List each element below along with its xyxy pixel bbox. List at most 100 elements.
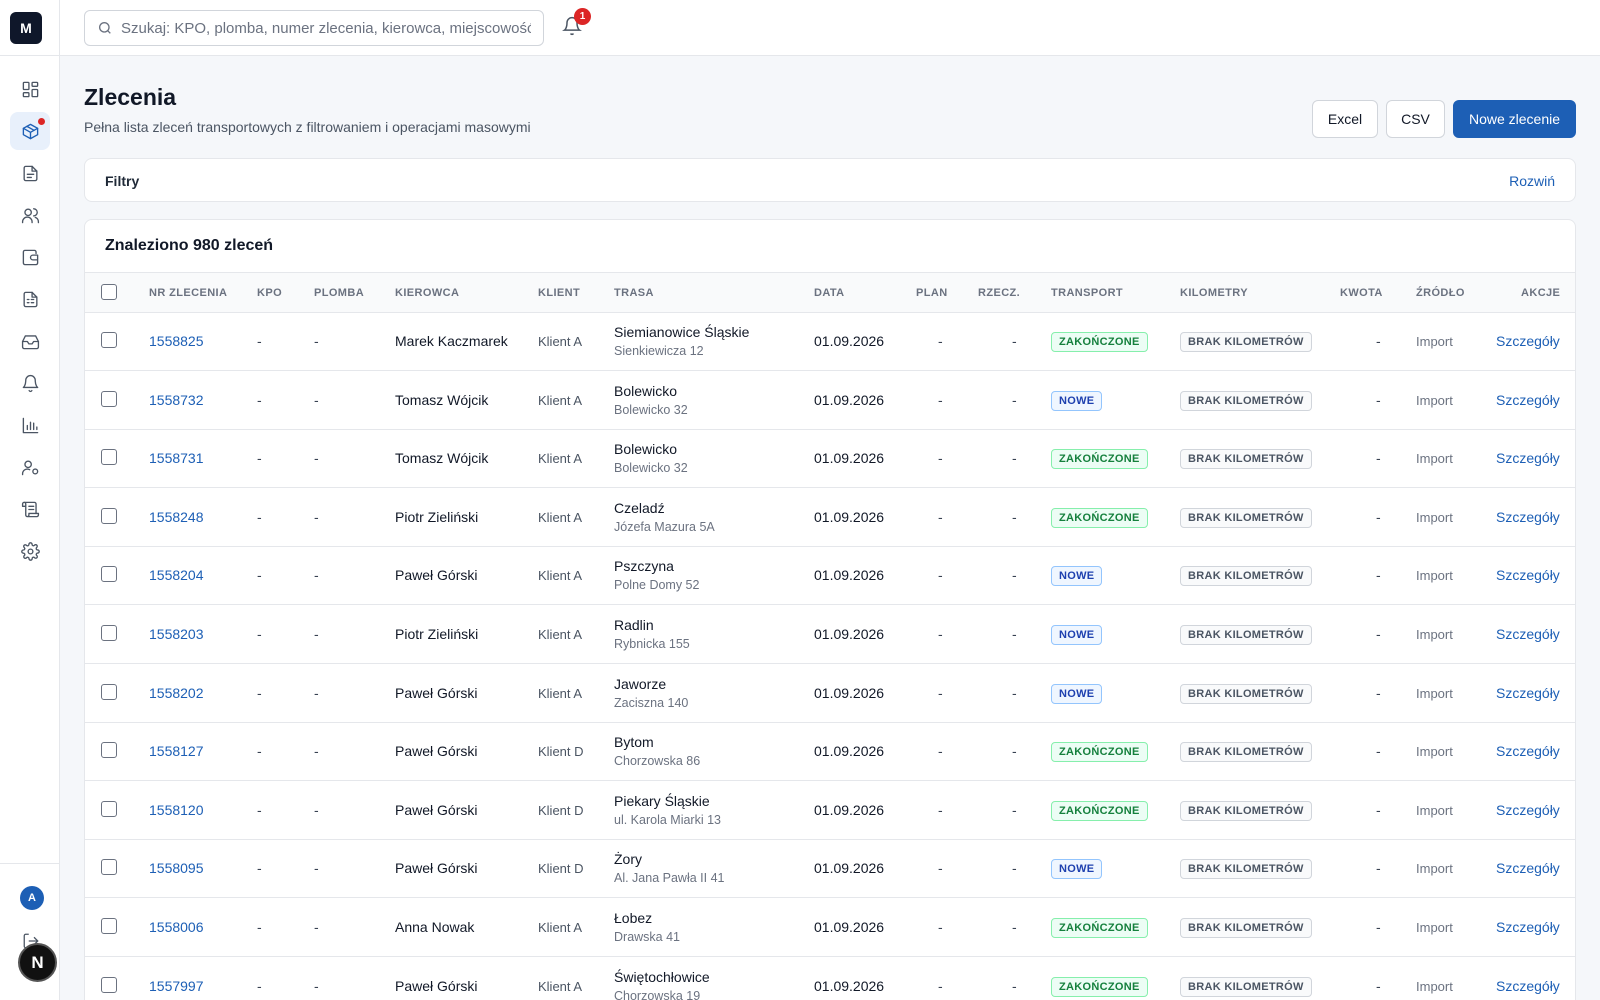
order-number-link[interactable]: 1558203 (149, 626, 204, 642)
col-transport[interactable]: TRANSPORT (1051, 287, 1123, 299)
row-checkbox[interactable] (101, 449, 117, 466)
plomba-value: - (314, 860, 319, 877)
order-number-link[interactable]: 1558127 (149, 743, 204, 759)
avatar[interactable]: A (20, 886, 44, 910)
details-link[interactable]: Szczegóły (1496, 333, 1560, 349)
sidebar-item-logs[interactable] (10, 490, 50, 528)
col-km[interactable]: KILOMETRY (1180, 287, 1248, 299)
search-box[interactable] (84, 10, 544, 46)
col-source[interactable]: ŹRÓDŁO (1416, 287, 1465, 299)
order-number-link[interactable]: 1558120 (149, 802, 204, 818)
sidebar-item-inbox[interactable] (10, 322, 50, 360)
sidebar-item-notifications[interactable] (10, 364, 50, 402)
sidebar-divider (0, 55, 60, 56)
row-checkbox[interactable] (101, 859, 117, 876)
route-city: Bytom (614, 734, 654, 751)
details-link[interactable]: Szczegóły (1496, 978, 1560, 994)
col-route[interactable]: TRASA (614, 287, 654, 299)
order-number-link[interactable]: 1558731 (149, 450, 204, 466)
table-row[interactable]: 1557997 - - Paweł Górski Klient A Świętochłow… (85, 958, 1575, 1000)
row-checkbox[interactable] (101, 918, 117, 934)
notifications-button[interactable]: 1 (562, 8, 591, 40)
col-kpo[interactable]: KPO (257, 287, 282, 299)
row-checkbox[interactable] (101, 332, 117, 348)
client-name: Klient A (538, 627, 583, 642)
col-client[interactable]: KLIENT (538, 287, 580, 299)
col-actual[interactable]: RZECZ. (978, 287, 1020, 299)
order-number-link[interactable]: 1558732 (149, 392, 204, 408)
row-checkbox[interactable] (101, 566, 117, 583)
sidebar-item-dashboard[interactable] (10, 70, 50, 108)
row-checkbox[interactable] (101, 742, 117, 759)
order-number-link[interactable]: 1558825 (149, 333, 204, 349)
order-number-link[interactable]: 1558204 (149, 567, 204, 583)
table-row[interactable]: 1558825 - - Marek Kaczmarek Klient A Siemiano… (85, 313, 1575, 371)
search-input[interactable] (121, 19, 531, 37)
transport-status-badge: ZAKOŃCZONE (1051, 332, 1148, 352)
app-logo[interactable]: M (10, 12, 42, 44)
sidebar-item-orders[interactable] (10, 112, 50, 150)
details-link[interactable]: Szczegóły (1496, 860, 1560, 876)
filters-expand-link[interactable]: Rozwiń (1509, 173, 1555, 189)
col-nr[interactable]: NR ZLECENIA (149, 287, 227, 299)
gear-icon (20, 541, 40, 561)
table-row[interactable]: 1558248 - - Piotr Zieliński Klient A Czeladź J… (85, 489, 1575, 547)
details-link[interactable]: Szczegóły (1496, 685, 1560, 701)
new-order-button[interactable]: Nowe zlecenie (1453, 100, 1576, 138)
row-checkbox[interactable] (101, 976, 117, 993)
table-row[interactable]: 1558120 - - Paweł Górski Klient D Piekary Ślą… (85, 782, 1575, 840)
order-number-link[interactable]: 1557997 (149, 978, 204, 994)
details-link[interactable]: Szczegóły (1496, 626, 1560, 642)
sidebar-item-settings[interactable] (10, 532, 50, 570)
table-row[interactable]: 1558202 - - Paweł Górski Klient A Jaworze Zaci… (85, 665, 1575, 723)
table-row[interactable]: 1558095 - - Paweł Górski Klient D Żory Al. Jan… (85, 840, 1575, 899)
col-plan[interactable]: PLAN (916, 287, 948, 299)
col-plomba[interactable]: PLOMBA (314, 287, 364, 299)
table-row[interactable]: 1558203 - - Piotr Zieliński Klient A Radlin Ry… (85, 606, 1575, 664)
details-link[interactable]: Szczegóły (1496, 450, 1560, 466)
row-checkbox[interactable] (101, 800, 117, 817)
col-amount[interactable]: KWOTA (1340, 287, 1383, 299)
details-link[interactable]: Szczegóły (1496, 509, 1560, 525)
driver-name: Paweł Górski (395, 684, 478, 701)
table-row[interactable]: 1558732 - - Tomasz Wójcik Klient A Bolewicko B… (85, 372, 1575, 430)
col-date[interactable]: DATA (814, 287, 845, 299)
wallet-icon (22, 249, 38, 265)
sidebar-item-wallet[interactable] (10, 238, 50, 276)
sidebar-item-statistics[interactable] (10, 406, 50, 444)
details-link[interactable]: Szczegóły (1496, 919, 1560, 935)
amount-value: - (1376, 567, 1381, 584)
order-number-link[interactable]: 1558202 (149, 685, 204, 701)
row-checkbox[interactable] (101, 625, 117, 641)
col-driver[interactable]: KIEROWCA (395, 287, 459, 299)
order-number-link[interactable]: 1558095 (149, 860, 204, 876)
sidebar-item-documents[interactable] (10, 154, 50, 192)
sidebar-item-users[interactable] (10, 196, 50, 234)
export-excel-button[interactable]: Excel (1312, 100, 1378, 138)
order-number-link[interactable]: 1558248 (149, 509, 204, 525)
row-checkbox[interactable] (101, 390, 117, 407)
route-city: Łobez (614, 910, 653, 926)
route-city: Jaworze (614, 675, 667, 692)
select-all-checkbox[interactable] (101, 284, 117, 300)
table-row[interactable]: 1558204 - - Paweł Górski Klient A Pszczyna Pol… (85, 547, 1575, 606)
table-row[interactable]: 1558006 - - Anna Nowak Klient A Łobez Drawska … (85, 899, 1575, 957)
details-link[interactable]: Szczegóły (1496, 802, 1560, 818)
export-csv-button[interactable]: CSV (1386, 100, 1445, 138)
row-checkbox[interactable] (101, 507, 117, 524)
table-row[interactable]: 1558731 - - Tomasz Wójcik Klient A Bolewicko B… (85, 430, 1575, 489)
dev-tools-badge[interactable]: N (18, 943, 57, 982)
transport-status-badge: ZAKOŃCZONE (1051, 918, 1148, 938)
amount-value: - (1376, 333, 1381, 349)
document-icon (22, 165, 38, 181)
sidebar-item-reports[interactable] (10, 280, 50, 318)
notifications-count: 1 (574, 8, 591, 25)
sidebar-item-user-settings[interactable] (10, 448, 50, 486)
details-link[interactable]: Szczegóły (1496, 567, 1560, 583)
details-link[interactable]: Szczegóły (1496, 392, 1560, 408)
details-link[interactable]: Szczegóły (1496, 743, 1560, 759)
table-row[interactable]: 1558127 - - Paweł Górski Klient D Bytom Chorzo… (85, 723, 1575, 782)
transport-status-badge: ZAKOŃCZONE (1051, 507, 1148, 528)
order-number-link[interactable]: 1558006 (149, 919, 204, 935)
row-checkbox[interactable] (101, 683, 117, 700)
